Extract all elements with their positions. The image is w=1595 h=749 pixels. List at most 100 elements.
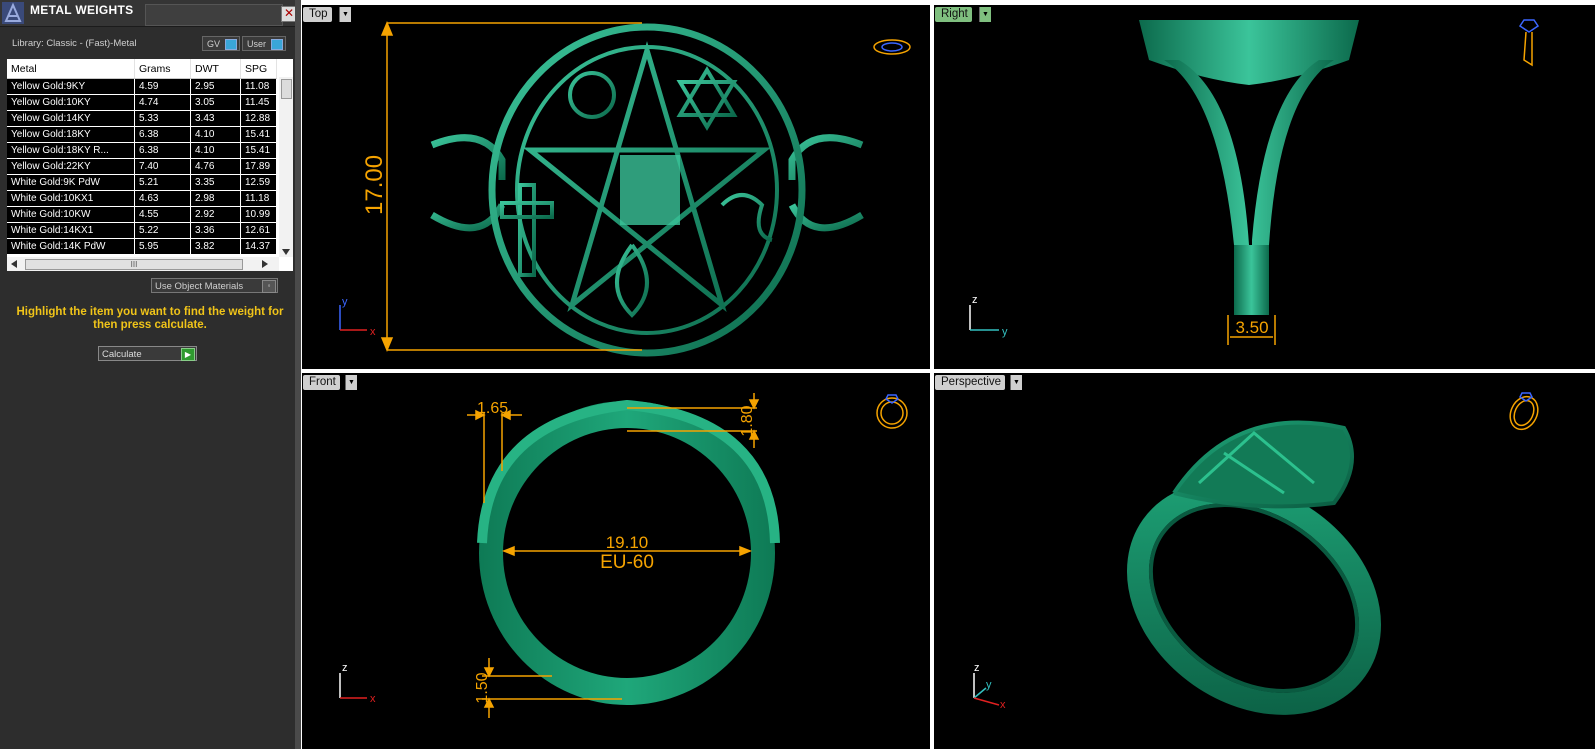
viewport-top-menu-icon[interactable]: ▼: [339, 7, 351, 22]
table-row[interactable]: White Gold:10KW 4.55 2.92 10.99: [7, 207, 277, 223]
horizontal-scroll-thumb[interactable]: III: [25, 259, 243, 270]
table-cell: 15.41: [241, 127, 277, 142]
table-row[interactable]: White Gold:10KX1 4.63 2.98 11.18: [7, 191, 277, 207]
table-row[interactable]: Yellow Gold:18KY 6.38 4.10 15.41: [7, 127, 277, 143]
horizontal-scrollbar[interactable]: III: [7, 257, 279, 271]
viewport-perspective-label[interactable]: Perspective: [935, 375, 1006, 390]
table-cell: 5.95: [135, 239, 191, 254]
calculate-label: Calculate: [102, 349, 142, 360]
ring-perspective-cube-icon: [1509, 392, 1539, 431]
table-cell: 7.40: [135, 159, 191, 174]
viewport-front-label[interactable]: Front: [303, 375, 340, 390]
axis-y-label: y: [986, 679, 992, 691]
table-cell: 6.38: [135, 143, 191, 158]
app-logo-icon: [2, 2, 24, 24]
column-header[interactable]: DWT: [191, 59, 241, 78]
calculate-button[interactable]: Calculate ▶: [98, 346, 197, 361]
dimension-height-text: 17.00: [361, 155, 388, 215]
viewport-right[interactable]: 3.50 z y Right ▼: [934, 5, 1595, 369]
table-cell: 11.45: [241, 95, 277, 110]
viewport-perspective[interactable]: z y x Perspective ▼: [934, 373, 1595, 749]
library-label: Library: Classic - (Fast)-Metal: [12, 38, 137, 49]
metal-weights-panel: METAL WEIGHTS ✕ Library: Classic - (Fast…: [0, 0, 300, 749]
axis-indicator: [969, 305, 999, 331]
table-row[interactable]: Yellow Gold:14KY 5.33 3.43 12.88: [7, 111, 277, 127]
viewport-right-menu-icon[interactable]: ▼: [979, 7, 991, 22]
table-cell: 4.55: [135, 207, 191, 222]
dimension-bottom-text: 1.50: [474, 672, 491, 703]
ring-side-cube-icon: [1518, 19, 1540, 67]
dimension-top-width-text: 1.65: [477, 400, 508, 417]
table-row[interactable]: White Gold:9K PdW 5.21 3.35 12.59: [7, 175, 277, 191]
table-cell: 12.59: [241, 175, 277, 190]
table-cell: 10.99: [241, 207, 277, 222]
table-cell: Yellow Gold:14KY: [7, 111, 135, 126]
table-cell: 12.88: [241, 111, 277, 126]
table-cell: 5.21: [135, 175, 191, 190]
table-cell: 3.43: [191, 111, 241, 126]
viewport-perspective-label-text: Perspective: [941, 376, 1002, 388]
table-row[interactable]: White Gold:14KX1 5.22 3.36 12.61: [7, 223, 277, 239]
table-cell: 4.10: [191, 143, 241, 158]
use-object-materials-select[interactable]: Use Object Materials ◦: [151, 278, 278, 293]
scroll-left-icon[interactable]: [11, 260, 17, 268]
axis-y-label: y: [1002, 326, 1008, 338]
panel-splitter[interactable]: [295, 0, 301, 749]
table-cell: 12.61: [241, 223, 277, 238]
gv-toggle[interactable]: GV: [202, 36, 240, 51]
axis-y-label: y: [342, 296, 348, 308]
table-cell: 5.33: [135, 111, 191, 126]
axis-z-label: z: [974, 662, 980, 674]
table-body: Yellow Gold:9KY 4.59 2.95 11.08 Yellow Gold:…: [7, 79, 277, 255]
panel-title-bar: METAL WEIGHTS ✕: [0, 0, 300, 27]
table-cell: 17.89: [241, 159, 277, 174]
play-icon: ▶: [181, 348, 195, 361]
ring-size-text: EU-60: [600, 552, 654, 573]
vertical-scroll-thumb[interactable]: [281, 79, 292, 99]
gv-toggle-knob-icon: [225, 39, 237, 50]
viewport-front[interactable]: 1.65 1.80 19.10 EU-60 1.50 z x Front ▼: [302, 373, 930, 749]
table-cell: 14.37: [241, 239, 277, 254]
viewport-top[interactable]: 17.00 y x Top ▼: [302, 5, 930, 369]
table-cell: White Gold:10KW: [7, 207, 135, 222]
dimension-top-height-text: 1.80: [739, 405, 756, 436]
viewport-right-label[interactable]: Right: [935, 7, 972, 22]
dimension-diameter-text: 19.10: [606, 533, 649, 552]
ring-perspective-shape: [1127, 420, 1381, 715]
viewport-front-menu-icon[interactable]: ▼: [345, 375, 357, 390]
table-cell: White Gold:14KX1: [7, 223, 135, 238]
axis-x-label: x: [370, 326, 376, 338]
scroll-right-icon[interactable]: [262, 260, 268, 268]
table-cell: 4.63: [135, 191, 191, 206]
table-row[interactable]: Yellow Gold:9KY 4.59 2.95 11.08: [7, 79, 277, 95]
column-header[interactable]: Metal: [7, 59, 135, 78]
table-row[interactable]: Yellow Gold:10KY 4.74 3.05 11.45: [7, 95, 277, 111]
user-toggle[interactable]: User: [242, 36, 286, 51]
axis-x-label: x: [1000, 699, 1006, 711]
table-cell: 2.98: [191, 191, 241, 206]
axis-z-label: z: [972, 294, 978, 306]
column-header[interactable]: Grams: [135, 59, 191, 78]
table-row[interactable]: White Gold:14K PdW 5.95 3.82 14.37: [7, 239, 277, 255]
table-cell: 2.92: [191, 207, 241, 222]
viewport-perspective-menu-icon[interactable]: ▼: [1010, 375, 1022, 390]
dimension-17: [380, 21, 642, 352]
dimension-width-text: 3.50: [1235, 318, 1268, 337]
viewport-front-label-text: Front: [309, 376, 336, 388]
vertical-scrollbar[interactable]: [279, 77, 293, 257]
viewport-right-label-text: Right: [941, 8, 968, 20]
viewport-top-label-text: Top: [309, 8, 328, 20]
column-header[interactable]: SPG: [241, 59, 277, 78]
table-row[interactable]: Yellow Gold:18KY R... 6.38 4.10 15.41: [7, 143, 277, 159]
table-cell: 4.10: [191, 127, 241, 142]
metal-weights-table: Metal Grams DWT SPG Yellow Gold:9KY 4.59 2.95…: [7, 59, 293, 271]
table-cell: 4.59: [135, 79, 191, 94]
scroll-down-icon[interactable]: [282, 249, 290, 255]
table-cell: White Gold:10KX1: [7, 191, 135, 206]
table-row[interactable]: Yellow Gold:22KY 7.40 4.76 17.89: [7, 159, 277, 175]
viewport-top-label[interactable]: Top: [303, 7, 332, 22]
table-cell: 11.18: [241, 191, 277, 206]
options-icon[interactable]: ◦: [262, 280, 276, 293]
table-cell: Yellow Gold:18KY: [7, 127, 135, 142]
axis-indicator: [339, 305, 367, 331]
